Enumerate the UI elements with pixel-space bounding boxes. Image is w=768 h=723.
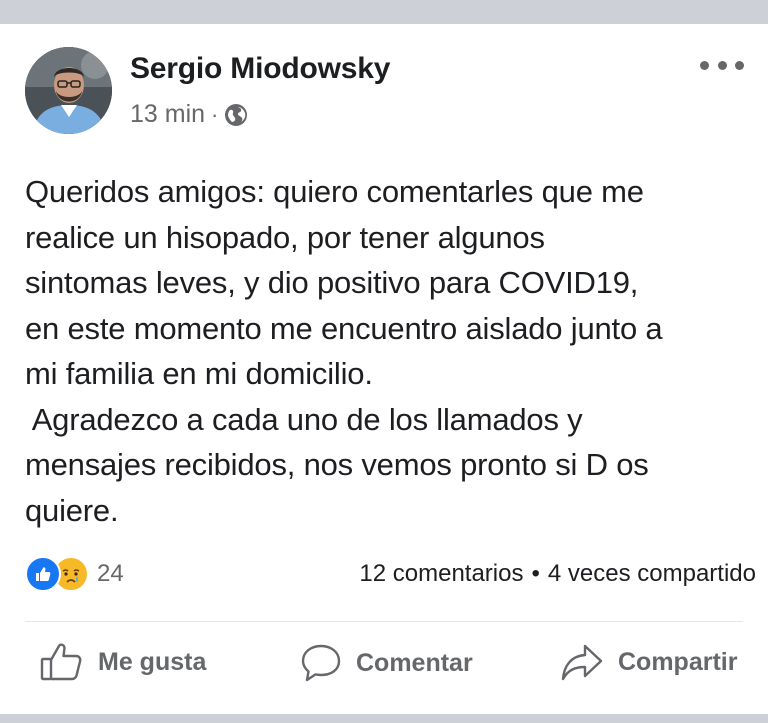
post-stats: 12 comentarios • 4 veces compartido — [359, 560, 756, 588]
reactions-summary[interactable]: 24 — [25, 556, 124, 592]
post-text-line: Agradezco a cada uno de los llamados y — [25, 401, 583, 437]
ellipsis-dot — [717, 60, 727, 70]
post-text-line: Queridos amigos: quiero comentarles que … — [25, 174, 644, 209]
post-text-line: quiere. — [25, 492, 119, 528]
like-button-label: Me gusta — [98, 647, 207, 676]
stats-separator: • — [531, 560, 540, 587]
post-text-line: realice un hisopado, por tener algunos — [25, 219, 545, 255]
thumbs-up-icon — [40, 642, 98, 682]
post-card: Sergio Miodowsky 13 min · Queridos amigo… — [0, 24, 768, 714]
action-bar: Me gusta Comentar Compartir — [0, 642, 768, 698]
post-text-line: mi familia en mi domicilio. — [25, 356, 373, 391]
share-button-label: Compartir — [618, 647, 738, 676]
post-text-line: sintomas leves, y dio positivo para COVI… — [25, 265, 639, 300]
ellipsis-dot — [735, 60, 744, 70]
meta-separator: · — [211, 101, 219, 127]
post-meta: 13 min · — [130, 100, 248, 129]
avatar[interactable] — [25, 47, 112, 134]
ellipsis-dot — [700, 60, 709, 70]
post-text: Queridos amigos: quiero comentarles que … — [25, 169, 760, 533]
reaction-icons — [25, 556, 89, 592]
post-text-line: en este momento me encuentro aislado jun… — [25, 310, 663, 346]
more-options-ellipsis-icon[interactable] — [700, 54, 744, 76]
avatar-photo — [25, 47, 112, 134]
like-button[interactable]: Me gusta — [40, 642, 206, 682]
comment-button-label: Comentar — [356, 648, 473, 677]
shares-count[interactable]: 4 veces compartido — [548, 560, 756, 588]
comment-button[interactable]: Comentar — [300, 642, 473, 684]
author-name[interactable]: Sergio Miodowsky — [130, 52, 390, 86]
post-timestamp[interactable]: 13 min — [130, 100, 205, 129]
reactions-count: 24 — [97, 560, 124, 587]
comment-bubble-icon — [300, 642, 356, 684]
like-reaction-icon — [25, 556, 61, 592]
divider — [25, 621, 743, 622]
share-button[interactable]: Compartir — [560, 642, 737, 682]
globe-icon — [224, 103, 248, 127]
share-arrow-icon — [560, 642, 618, 682]
comments-count[interactable]: 12 comentarios — [359, 560, 523, 588]
bottom-separator — [0, 714, 768, 723]
post-text-line: mensajes recibidos, nos vemos pronto si … — [25, 447, 649, 482]
